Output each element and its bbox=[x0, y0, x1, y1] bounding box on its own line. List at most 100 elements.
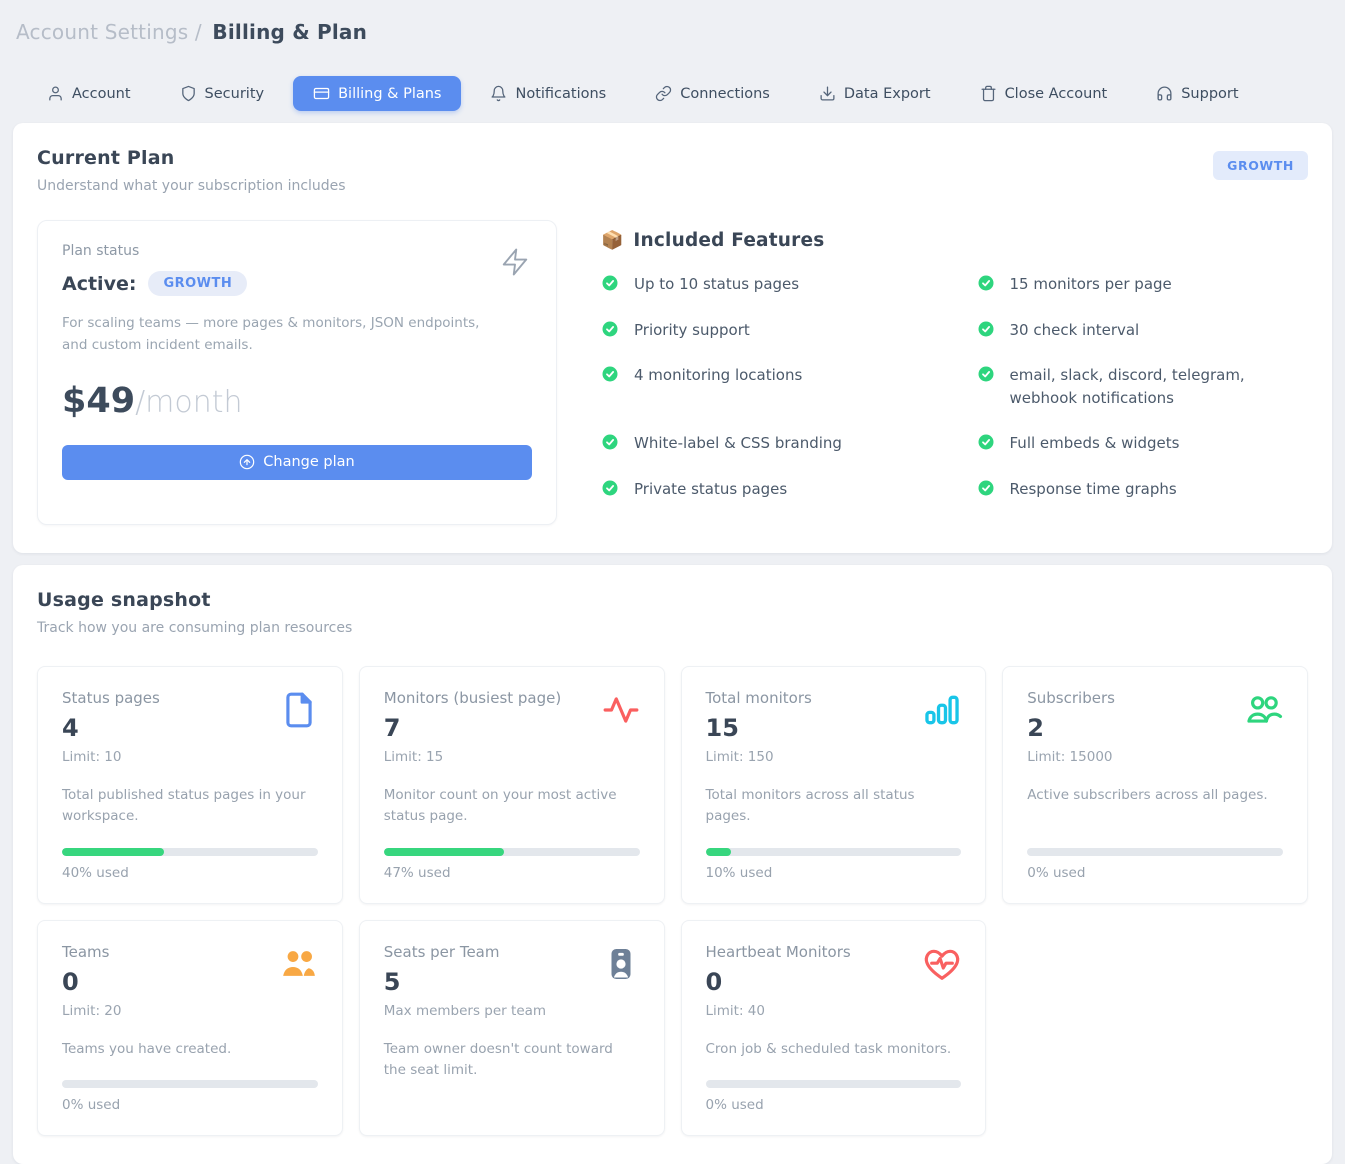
price-amount: $49 bbox=[62, 381, 135, 421]
usage-progress-track bbox=[706, 1080, 962, 1088]
id-badge-icon bbox=[602, 945, 640, 983]
users-filled-icon bbox=[280, 945, 318, 983]
usage-percent-label: 47% used bbox=[384, 865, 640, 881]
plan-status-badge: GROWTH bbox=[148, 271, 247, 296]
plan-tag-badge: GROWTH bbox=[1213, 151, 1308, 180]
plan-status-value: Active: bbox=[62, 273, 136, 295]
feature-item-white-label-css-branding: White-label & CSS branding bbox=[601, 432, 933, 455]
bar-chart-icon bbox=[923, 691, 961, 729]
shield-icon bbox=[180, 85, 197, 102]
included-features: 📦 Included Features Up to 10 status page… bbox=[601, 220, 1308, 500]
feature-item-private-status-pages: Private status pages bbox=[601, 478, 933, 501]
breadcrumb-separator: / bbox=[195, 20, 202, 44]
tab-data-export[interactable]: Data Export bbox=[799, 76, 951, 111]
tab-label: Data Export bbox=[844, 86, 931, 102]
plan-price: $49/month bbox=[62, 381, 532, 421]
change-plan-label: Change plan bbox=[263, 454, 354, 470]
headset-icon bbox=[1156, 85, 1173, 102]
plan-description: For scaling teams — more pages & monitor… bbox=[62, 312, 482, 357]
tab-close-account[interactable]: Close Account bbox=[960, 76, 1128, 111]
usage-progress-fill bbox=[706, 848, 732, 856]
tab-bar: Account Security Billing & Plans Notificati… bbox=[27, 76, 1332, 111]
usage-snapshot-section: Usage snapshot Track how you are consumi… bbox=[13, 565, 1332, 1164]
check-circle-icon bbox=[977, 365, 995, 383]
breadcrumb-section[interactable]: Account Settings bbox=[16, 20, 188, 44]
usage-card-monitors-busiest-page: Monitors (busiest page)7Limit: 15Monitor… bbox=[359, 666, 665, 904]
tab-label: Security bbox=[205, 86, 265, 102]
heart-pulse-icon bbox=[923, 945, 961, 983]
tab-label: Close Account bbox=[1005, 86, 1108, 102]
usage-card-value: 5 bbox=[384, 968, 546, 996]
check-circle-icon bbox=[977, 433, 995, 451]
feature-label: Up to 10 status pages bbox=[634, 273, 799, 296]
usage-card-teams: Teams0Limit: 20Teams you have created.0%… bbox=[37, 920, 343, 1137]
usage-title: Usage snapshot bbox=[37, 589, 352, 611]
usage-card-description: Total monitors across all status pages. bbox=[706, 785, 956, 828]
usage-card-status-pages: Status pages 4 Limit: 10 Total published st… bbox=[37, 666, 343, 904]
usage-card-value: 0 bbox=[62, 968, 121, 996]
usage-card-limit: Limit: 150 bbox=[706, 749, 812, 765]
usage-progress-fill bbox=[62, 848, 164, 856]
usage-card-value: 2 bbox=[1027, 714, 1115, 742]
feature-item-full-embeds-widgets: Full embeds & widgets bbox=[977, 432, 1309, 455]
person-icon bbox=[47, 85, 64, 102]
usage-card-value: 7 bbox=[384, 714, 561, 742]
usage-card-seats-per-team: Seats per Team5Max members per teamTeam … bbox=[359, 920, 665, 1137]
feature-item-30-check-interval: 30 check interval bbox=[977, 319, 1309, 342]
features-grid: Up to 10 status pages 15 monitors per pag… bbox=[601, 273, 1308, 500]
usage-card-limit: Limit: 10 bbox=[62, 749, 160, 765]
usage-card-title: Status pages bbox=[62, 689, 160, 707]
tab-security[interactable]: Security bbox=[160, 76, 285, 111]
file-icon bbox=[280, 691, 318, 729]
tab-label: Notifications bbox=[515, 86, 606, 102]
usage-progress-track bbox=[1027, 848, 1283, 856]
usage-card-limit: Limit: 20 bbox=[62, 1003, 121, 1019]
tab-notifications[interactable]: Notifications bbox=[470, 76, 626, 111]
usage-card-value: 4 bbox=[62, 714, 160, 742]
usage-subtitle: Track how you are consuming plan resourc… bbox=[37, 620, 352, 636]
users-outline-icon bbox=[1245, 691, 1283, 729]
usage-card-total-monitors: Total monitors 15 Limit: 150 Total monitors… bbox=[681, 666, 987, 904]
tab-label: Billing & Plans bbox=[338, 86, 441, 102]
usage-card-limit: Max members per team bbox=[384, 1003, 546, 1019]
usage-percent-label: 0% used bbox=[706, 1097, 962, 1113]
usage-percent-label: 0% used bbox=[62, 1097, 318, 1113]
usage-card-limit: Limit: 40 bbox=[706, 1003, 851, 1019]
usage-percent-label: 0% used bbox=[1027, 865, 1283, 881]
check-circle-icon bbox=[601, 274, 619, 292]
feature-item-priority-support: Priority support bbox=[601, 319, 933, 342]
feature-label: 15 monitors per page bbox=[1010, 273, 1172, 296]
change-plan-button[interactable]: Change plan bbox=[62, 445, 532, 480]
usage-card-description: Total published status pages in your wor… bbox=[62, 785, 312, 828]
usage-percent-label: 40% used bbox=[62, 865, 318, 881]
feature-item-email-slack-discord-telegram-w: email, slack, discord, telegram, webhook… bbox=[977, 364, 1309, 409]
check-circle-icon bbox=[601, 479, 619, 497]
tab-billing-plans[interactable]: Billing & Plans bbox=[293, 76, 461, 111]
usage-card-description: Active subscribers across all pages. bbox=[1027, 785, 1277, 807]
usage-card-title: Monitors (busiest page) bbox=[384, 689, 561, 707]
feature-label: White-label & CSS branding bbox=[634, 432, 842, 455]
tab-account[interactable]: Account bbox=[27, 76, 151, 111]
usage-card-description: Teams you have created. bbox=[62, 1039, 312, 1061]
tab-connections[interactable]: Connections bbox=[635, 76, 790, 111]
check-circle-icon bbox=[977, 320, 995, 338]
usage-card-heartbeat-monitors: Heartbeat Monitors0Limit: 40Cron job & s… bbox=[681, 920, 987, 1137]
page-title: Billing & Plan bbox=[212, 20, 367, 44]
arrow-up-circle-icon bbox=[239, 454, 255, 470]
usage-card-limit: Limit: 15 bbox=[384, 749, 561, 765]
usage-card-title: Total monitors bbox=[706, 689, 812, 707]
package-icon: 📦 bbox=[601, 230, 623, 251]
feature-item-15-monitors-per-page: 15 monitors per page bbox=[977, 273, 1309, 296]
pulse-icon bbox=[602, 691, 640, 729]
current-plan-title: Current Plan bbox=[37, 147, 346, 169]
feature-label: Private status pages bbox=[634, 478, 787, 501]
tab-label: Connections bbox=[680, 86, 770, 102]
features-title: Included Features bbox=[633, 230, 824, 251]
usage-card-value: 15 bbox=[706, 714, 812, 742]
tab-support[interactable]: Support bbox=[1136, 76, 1258, 111]
check-circle-icon bbox=[601, 320, 619, 338]
usage-card-subscribers: Subscribers2Limit: 15000Active subscribe… bbox=[1002, 666, 1308, 904]
check-circle-icon bbox=[977, 479, 995, 497]
usage-progress-fill bbox=[384, 848, 504, 856]
usage-progress-track bbox=[706, 848, 962, 856]
